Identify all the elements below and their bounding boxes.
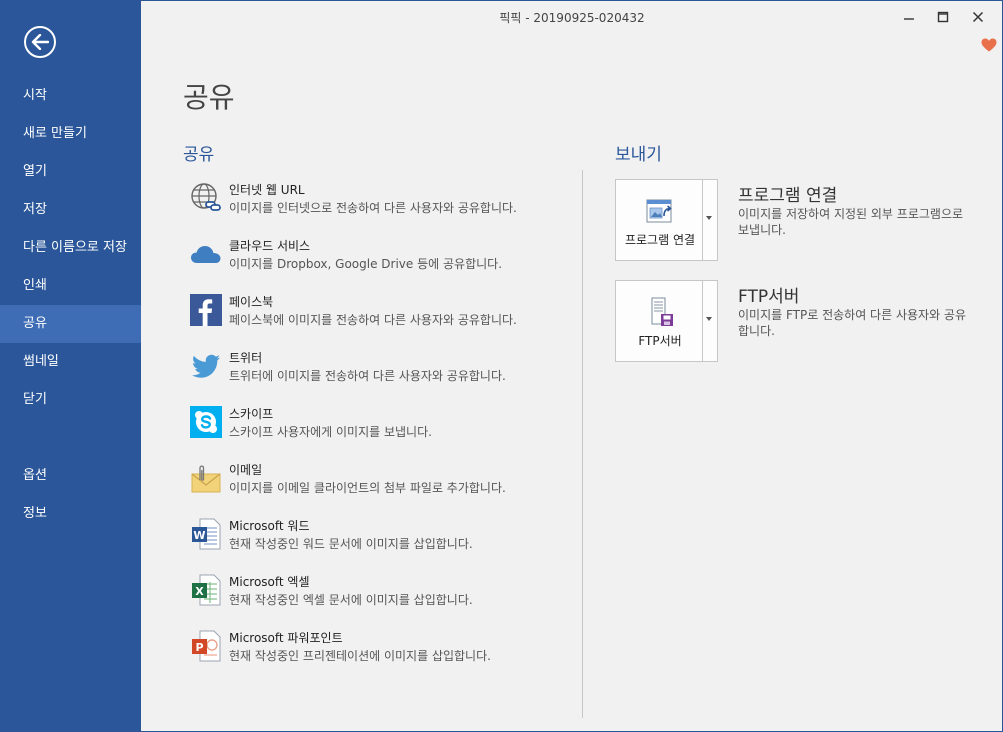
- section-divider: [582, 170, 583, 718]
- share-item-word[interactable]: W Microsoft 워드 현재 작성중인 워드 문서에 이미지를 삽입합니다…: [190, 516, 570, 572]
- sidebar: 시작 새로 만들기 열기 저장 다른 이름으로 저장 인쇄 공유 썸네일 닫기 …: [0, 0, 141, 732]
- share-item-desc: 현재 작성중인 프리젠테이션에 이미지를 삽입합니다.: [229, 649, 491, 663]
- maximize-button[interactable]: [926, 6, 960, 28]
- close-icon: [972, 11, 984, 23]
- svg-text:P: P: [195, 641, 203, 654]
- skype-icon: [190, 406, 222, 438]
- twitter-icon: [192, 354, 220, 378]
- cloud-icon: [191, 246, 221, 263]
- split-divider: [702, 281, 703, 361]
- share-item-twitter[interactable]: 트위터 트위터에 이미지를 전송하여 다른 사용자와 공유합니다.: [190, 348, 570, 404]
- export-item-title: 프로그램 연결: [738, 186, 838, 206]
- facebook-icon: [190, 294, 222, 326]
- share-item-facebook[interactable]: 페이스북 페이스북에 이미지를 전송하여 다른 사용자와 공유합니다.: [190, 292, 570, 348]
- export-section-title: 보내기: [615, 145, 662, 165]
- share-item-skype[interactable]: 스카이프 스카이프 사용자에게 이미지를 보냅니다.: [190, 404, 570, 460]
- ftp-server-icon: [651, 297, 673, 326]
- share-item-desc: 이미지를 이메일 클라이언트의 첨부 파일로 추가합니다.: [229, 481, 506, 495]
- share-item-cloud[interactable]: 클라우드 서비스 이미지를 Dropbox, Google Drive 등에 공…: [190, 236, 570, 292]
- window-title: 픽픽 - 20190925-020432: [499, 11, 645, 25]
- share-item-desc: 현재 작성중인 워드 문서에 이미지를 삽입합니다.: [229, 537, 473, 551]
- share-item-name: 인터넷 웹 URL: [229, 183, 305, 197]
- share-item-name: 트위터: [229, 351, 263, 365]
- sidebar-item-close[interactable]: 닫기: [0, 381, 141, 419]
- share-item-name: Microsoft 파워포인트: [229, 631, 343, 645]
- sidebar-item-print[interactable]: 인쇄: [0, 267, 141, 305]
- share-item-web-url[interactable]: 인터넷 웹 URL 이미지를 인터넷으로 전송하여 다른 사용자와 공유합니다.: [190, 180, 570, 236]
- share-item-email[interactable]: 이메일 이미지를 이메일 클라이언트의 첨부 파일로 추가합니다.: [190, 460, 570, 516]
- share-item-desc: 이미지를 인터넷으로 전송하여 다른 사용자와 공유합니다.: [229, 201, 517, 215]
- heart-icon[interactable]: [981, 38, 997, 52]
- title-bar: 픽픽 - 20190925-020432: [141, 0, 1003, 34]
- ftp-server-button[interactable]: FTP서버: [615, 280, 718, 362]
- share-item-name: 클라우드 서비스: [229, 239, 311, 253]
- page-title: 공유: [183, 81, 235, 114]
- sidebar-item-options[interactable]: 옵션: [0, 457, 141, 495]
- minimize-icon: [904, 18, 914, 20]
- export-item-ftp: FTP서버 FTP서버 이미지를 FTP로 전송하여 다른 사용자와 공유합니다…: [615, 280, 995, 362]
- sidebar-item-save-as[interactable]: 다른 이름으로 저장: [0, 229, 141, 267]
- minimize-button[interactable]: [892, 6, 926, 28]
- export-item-open-with: 프로그램 연결 프로그램 연결 이미지를 저장하여 지정된 외부 프로그램으로 …: [615, 179, 995, 261]
- maximize-icon: [937, 11, 949, 23]
- sidebar-item-info[interactable]: 정보: [0, 495, 141, 533]
- email-icon: [191, 465, 221, 493]
- close-button[interactable]: [961, 6, 995, 28]
- svg-text:W: W: [193, 529, 205, 542]
- open-with-program-button-label: 프로그램 연결: [624, 233, 696, 247]
- word-icon: W: [192, 518, 221, 550]
- sidebar-item-new[interactable]: 새로 만들기: [0, 115, 141, 153]
- ftp-server-button-label: FTP서버: [638, 334, 682, 348]
- open-with-program-button[interactable]: 프로그램 연결: [615, 179, 718, 261]
- share-item-desc: 이미지를 Dropbox, Google Drive 등에 공유합니다.: [229, 257, 503, 271]
- share-item-desc: 페이스북에 이미지를 전송하여 다른 사용자와 공유합니다.: [229, 313, 517, 327]
- share-item-excel[interactable]: X Microsoft 엑셀 현재 작성중인 엑셀 문서에 이미지를 삽입합니다…: [190, 572, 570, 628]
- share-item-desc: 스카이프 사용자에게 이미지를 보냅니다.: [229, 425, 432, 439]
- sidebar-item-open[interactable]: 열기: [0, 153, 141, 191]
- chevron-down-icon[interactable]: [706, 317, 712, 321]
- share-item-desc: 트위터에 이미지를 전송하여 다른 사용자와 공유합니다.: [229, 369, 506, 383]
- export-item-desc: 이미지를 FTP로 전송하여 다른 사용자와 공유합니다.: [738, 308, 967, 338]
- export-item-desc: 이미지를 저장하여 지정된 외부 프로그램으로 보냅니다.: [738, 207, 964, 237]
- sidebar-item-save[interactable]: 저장: [0, 191, 141, 229]
- sidebar-nav: 시작 새로 만들기 열기 저장 다른 이름으로 저장 인쇄 공유 썸네일 닫기 …: [0, 77, 141, 533]
- arrow-left-icon: [31, 34, 49, 50]
- share-item-desc: 현재 작성중인 엑셀 문서에 이미지를 삽입합니다.: [229, 593, 473, 607]
- sidebar-item-thumbnail[interactable]: 썸네일: [0, 343, 141, 381]
- share-item-name: 이메일: [229, 463, 263, 477]
- share-section-title: 공유: [183, 145, 215, 165]
- share-item-name: 페이스북: [229, 295, 274, 309]
- powerpoint-icon: P: [192, 630, 221, 662]
- sidebar-item-start[interactable]: 시작: [0, 77, 141, 115]
- share-item-name: Microsoft 워드: [229, 519, 310, 533]
- globe-link-icon: [191, 183, 221, 211]
- share-item-powerpoint[interactable]: P Microsoft 파워포인트 현재 작성중인 프리젠테이션에 이미지를 삽…: [190, 628, 570, 684]
- share-list: 인터넷 웹 URL 이미지를 인터넷으로 전송하여 다른 사용자와 공유합니다.…: [190, 180, 570, 684]
- sidebar-item-share[interactable]: 공유: [0, 305, 141, 343]
- back-button[interactable]: [24, 26, 56, 58]
- excel-icon: X: [192, 574, 221, 606]
- svg-text:X: X: [195, 585, 204, 598]
- split-divider: [702, 180, 703, 260]
- export-item-title: FTP서버: [738, 287, 800, 307]
- share-item-name: 스카이프: [229, 407, 274, 421]
- open-with-program-icon: [646, 199, 672, 223]
- chevron-down-icon[interactable]: [706, 216, 712, 220]
- share-item-name: Microsoft 엑셀: [229, 575, 310, 589]
